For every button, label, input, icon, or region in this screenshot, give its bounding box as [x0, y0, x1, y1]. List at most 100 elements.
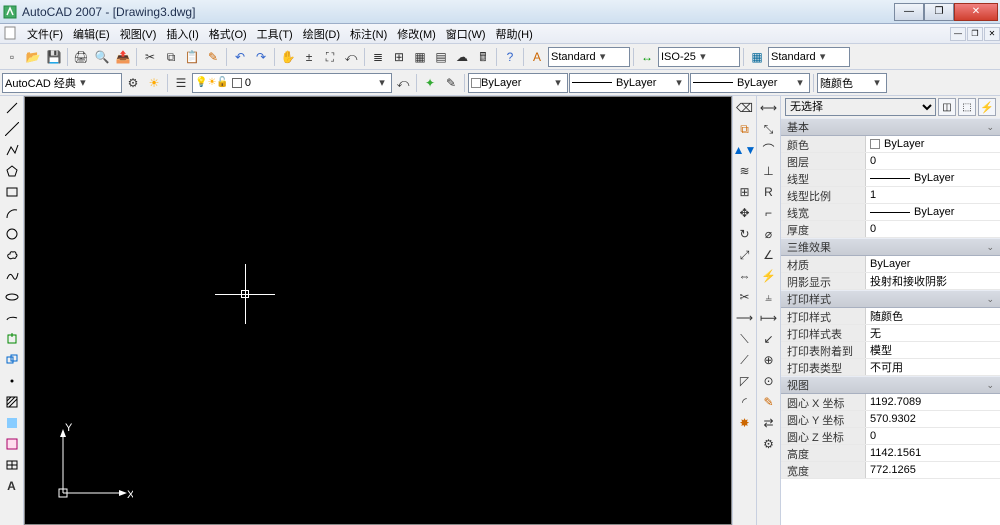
mdi-restore-button[interactable]: ❐ [967, 27, 983, 41]
linetype-combo[interactable]: ByLayer▾ [569, 73, 689, 93]
prop-row[interactable]: 高度1142.1561 [781, 445, 1000, 462]
prop-group-header[interactable]: 打印样式⌄ [781, 290, 1000, 308]
prop-group-header[interactable]: 视图⌄ [781, 376, 1000, 394]
dimstyle-button[interactable]: ⚙ [759, 434, 779, 454]
chamfer-button[interactable]: ◸ [735, 371, 755, 391]
prop-row[interactable]: 圆心 X 坐标1192.7089 [781, 394, 1000, 411]
prop-row[interactable]: 线宽 ByLayer [781, 204, 1000, 221]
rectangle-button[interactable] [2, 182, 22, 202]
arc-button[interactable] [2, 203, 22, 223]
prop-row[interactable]: 打印表类型不可用 [781, 359, 1000, 376]
dimcenter-button[interactable]: ⊙ [759, 371, 779, 391]
prop-row[interactable]: 打印样式表无 [781, 325, 1000, 342]
erase-button[interactable]: ⌫ [735, 98, 755, 118]
mtext-button[interactable]: A [2, 476, 22, 496]
stretch-button[interactable]: ⇔ [735, 266, 755, 286]
mirror-button[interactable]: ▲▼ [735, 140, 755, 160]
gradient-button[interactable] [2, 413, 22, 433]
menu-绘图[interactable]: 绘图(D) [298, 27, 345, 43]
plotstyle-combo[interactable]: 随颜色▾ [817, 73, 887, 93]
array-button[interactable]: ⊞ [735, 182, 755, 202]
revcloud-button[interactable] [2, 245, 22, 265]
calc-button[interactable]: 🖩 [473, 47, 493, 67]
menu-编辑[interactable]: 编辑(E) [68, 27, 115, 43]
layerprops-button[interactable]: ☰ [171, 73, 191, 93]
tablestyle-combo[interactable]: Standard▾ [768, 47, 850, 67]
maximize-button[interactable]: ❐ [924, 3, 954, 21]
dimarc-button[interactable]: ⌒ [759, 140, 779, 160]
dimradius-button[interactable]: R [759, 182, 779, 202]
qleader-button[interactable]: ↙ [759, 329, 779, 349]
qdim-button[interactable]: ⚡ [759, 266, 779, 286]
menu-文件[interactable]: 文件(F) [22, 27, 68, 43]
preview-button[interactable]: 🔍 [92, 47, 112, 67]
save-button[interactable]: 💾 [44, 47, 64, 67]
markup-button[interactable]: ☁ [452, 47, 472, 67]
help-button[interactable]: ? [500, 47, 520, 67]
matchprop-button[interactable]: ✎ [203, 47, 223, 67]
layerstate-button[interactable]: ✦ [420, 73, 440, 93]
xline-button[interactable] [2, 119, 22, 139]
new-button[interactable]: ▫ [2, 47, 22, 67]
spline-button[interactable] [2, 266, 22, 286]
prop-row[interactable]: 打印表附着到模型 [781, 342, 1000, 359]
toolpalette-button[interactable]: ▦ [410, 47, 430, 67]
scale-button[interactable]: ⤢ [735, 245, 755, 265]
dimbaseline-button[interactable]: ⫨ [759, 287, 779, 307]
menu-视图[interactable]: 视图(V) [115, 27, 162, 43]
region-button[interactable] [2, 434, 22, 454]
trim-button[interactable]: ✂ [735, 287, 755, 307]
prop-row[interactable]: 宽度772.1265 [781, 462, 1000, 479]
point-button[interactable] [2, 371, 22, 391]
color-combo[interactable]: ByLayer▾ [468, 73, 568, 93]
drawing-canvas[interactable]: Y X [24, 96, 732, 525]
menu-窗口[interactable]: 窗口(W) [441, 27, 491, 43]
minimize-button[interactable]: — [894, 3, 924, 21]
sun-button[interactable]: ☀ [144, 73, 164, 93]
selection-combo[interactable]: 无选择 [785, 98, 936, 116]
offset-button[interactable]: ≋ [735, 161, 755, 181]
tablestyle-icon[interactable]: ▦ [747, 47, 767, 67]
line-button[interactable] [2, 98, 22, 118]
prop-row[interactable]: 线型比例1 [781, 187, 1000, 204]
toggle-pickadd-button[interactable]: ◫ [938, 98, 956, 116]
designcenter-button[interactable]: ⊞ [389, 47, 409, 67]
prop-row[interactable]: 阴影显示投射和接收阴影 [781, 273, 1000, 290]
publish-button[interactable]: 📤 [113, 47, 133, 67]
explode-button[interactable]: ✸ [735, 413, 755, 433]
dimedit-button[interactable]: ✎ [759, 392, 779, 412]
mdi-close-button[interactable]: ✕ [984, 27, 1000, 41]
close-button[interactable]: ✕ [954, 3, 998, 21]
zoom-prev-button[interactable]: ⤺ [341, 47, 361, 67]
paste-button[interactable]: 📋 [182, 47, 202, 67]
copy-button[interactable]: ⧉ [161, 47, 181, 67]
prop-row[interactable]: 打印样式随颜色 [781, 308, 1000, 325]
dimstyle-icon[interactable]: ↔ [637, 47, 657, 67]
textstyle-combo[interactable]: Standard▾ [548, 47, 630, 67]
properties-grid[interactable]: 基本⌄颜色ByLayer图层0线型 ByLayer线型比例1线宽 ByLayer… [781, 118, 1000, 525]
zoom-rt-button[interactable]: ± [299, 47, 319, 67]
lineweight-combo[interactable]: ByLayer▾ [690, 73, 810, 93]
dimordinate-button[interactable]: ⊥ [759, 161, 779, 181]
dimstyle-combo[interactable]: ISO-25▾ [658, 47, 740, 67]
menu-标注[interactable]: 标注(N) [345, 27, 392, 43]
break-button[interactable]: ⟍ [735, 329, 755, 349]
tolerance-button[interactable]: ⊕ [759, 350, 779, 370]
table-button[interactable] [2, 455, 22, 475]
dimangular-button[interactable]: ∠ [759, 245, 779, 265]
rotate-button[interactable]: ↻ [735, 224, 755, 244]
prop-row[interactable]: 厚度0 [781, 221, 1000, 238]
dimdiameter-button[interactable]: ⌀ [759, 224, 779, 244]
ellipse-button[interactable] [2, 287, 22, 307]
prop-row[interactable]: 圆心 Z 坐标0 [781, 428, 1000, 445]
polygon-button[interactable] [2, 161, 22, 181]
pline-button[interactable] [2, 140, 22, 160]
zoom-window-button[interactable]: ⛶ [320, 47, 340, 67]
dimtedit-button[interactable]: ⇄ [759, 413, 779, 433]
prop-row[interactable]: 图层0 [781, 153, 1000, 170]
undo-button[interactable]: ↶ [230, 47, 250, 67]
menu-格式[interactable]: 格式(O) [204, 27, 252, 43]
menu-修改[interactable]: 修改(M) [392, 27, 441, 43]
cut-button[interactable]: ✂ [140, 47, 160, 67]
prop-group-header[interactable]: 三维效果⌄ [781, 238, 1000, 256]
